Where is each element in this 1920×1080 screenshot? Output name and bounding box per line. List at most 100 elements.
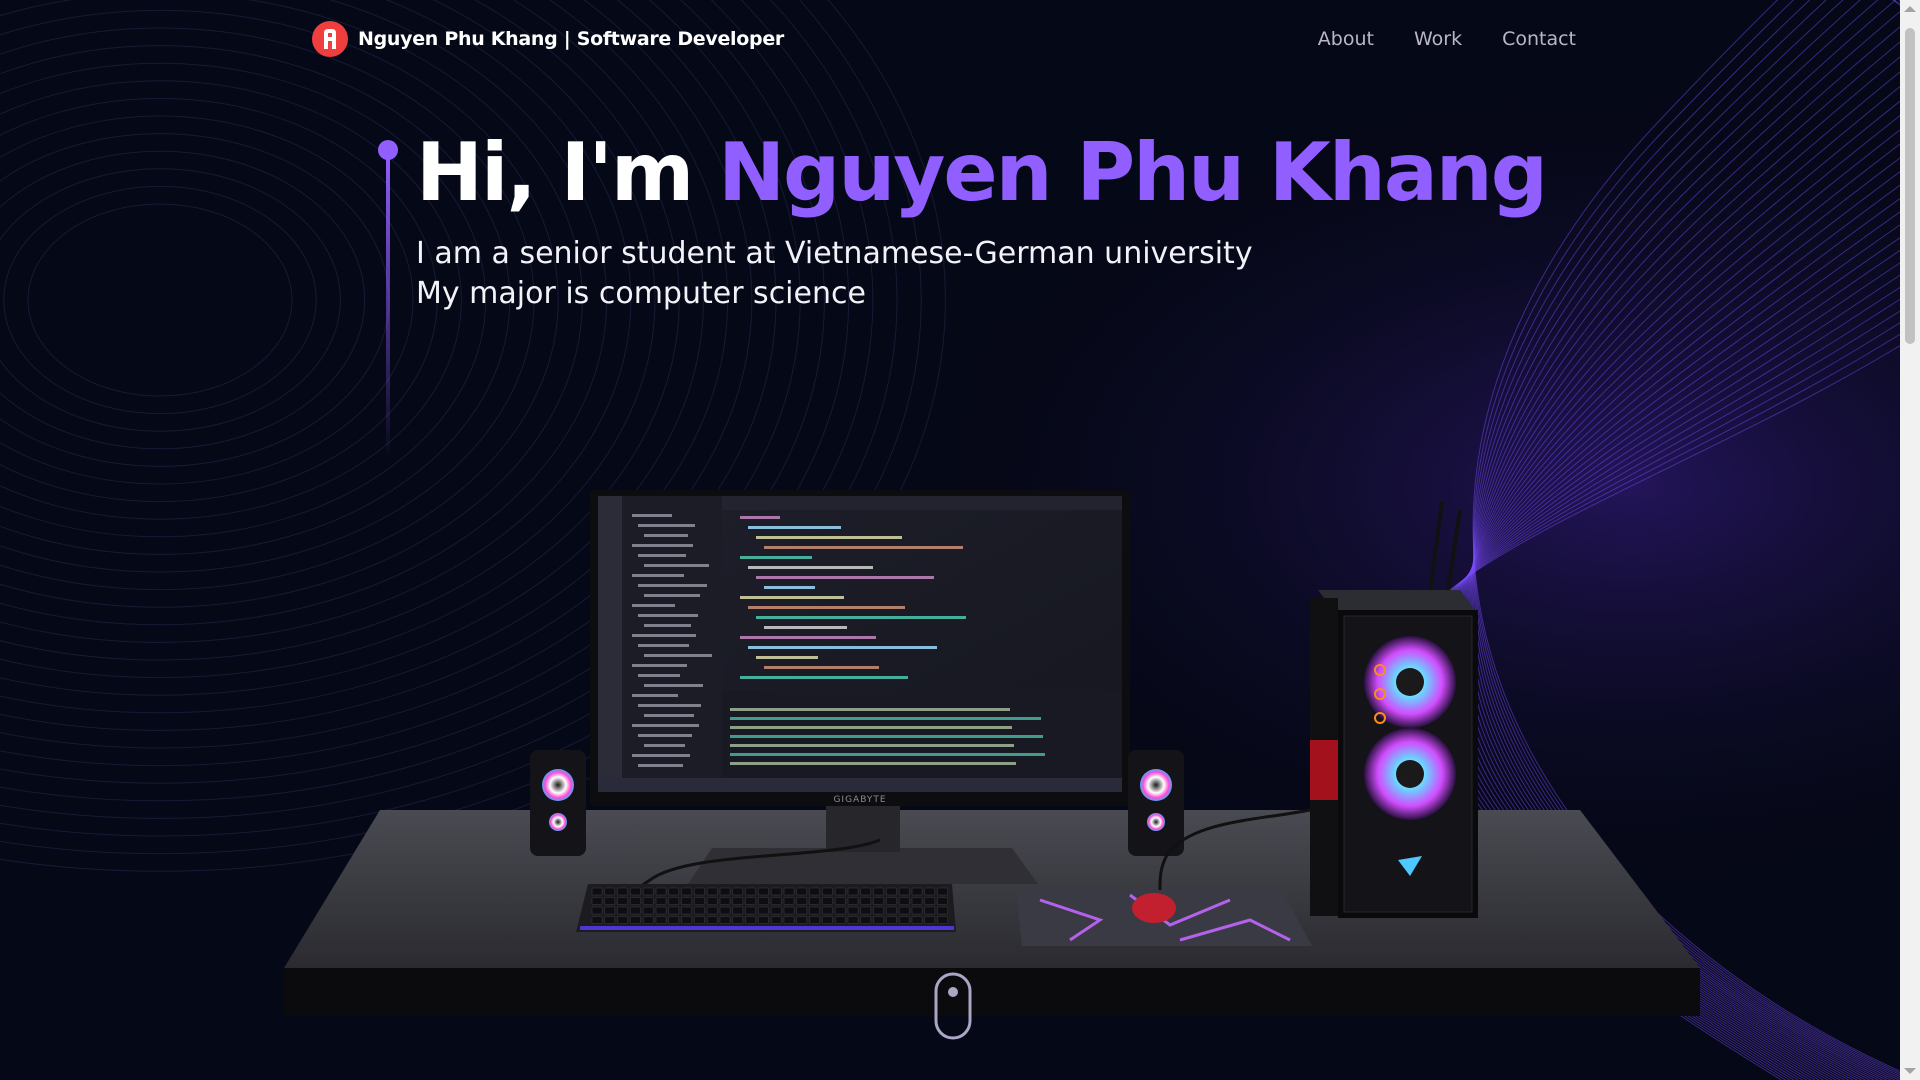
- key: [758, 887, 769, 896]
- nav-link-contact[interactable]: Contact: [1502, 28, 1576, 50]
- key: [745, 897, 756, 905]
- key: [898, 916, 910, 924]
- key: [642, 897, 654, 905]
- key: [604, 916, 616, 924]
- explorer-item: [644, 654, 712, 657]
- explorer-item: [638, 644, 689, 647]
- mouse-scroll-icon[interactable]: [934, 972, 972, 1040]
- key: [860, 887, 872, 896]
- explorer-item: [644, 684, 703, 687]
- key: [732, 906, 744, 915]
- nav-link-work[interactable]: Work: [1414, 28, 1462, 50]
- key: [886, 897, 897, 905]
- key: [937, 906, 948, 915]
- key: [924, 916, 936, 924]
- key: [681, 897, 692, 905]
- key: [937, 897, 948, 905]
- key: [796, 897, 808, 905]
- key: [617, 916, 628, 924]
- key: [630, 916, 641, 924]
- key: [809, 916, 820, 924]
- explorer-item: [644, 624, 691, 627]
- explorer-item: [644, 714, 694, 717]
- key: [655, 887, 667, 896]
- key: [668, 887, 680, 896]
- key: [847, 916, 859, 924]
- hero-name: Nguyen Phu Khang: [718, 126, 1548, 219]
- key: [847, 897, 859, 905]
- editor-tabbar: [722, 496, 1122, 510]
- key: [886, 887, 897, 896]
- key: [681, 916, 692, 924]
- code-line: [756, 656, 818, 659]
- key: [758, 916, 769, 924]
- key: [873, 887, 884, 896]
- key: [809, 897, 820, 905]
- code-line: [756, 576, 934, 579]
- key: [655, 906, 667, 915]
- scroll-up-icon[interactable]: [1904, 6, 1916, 12]
- key: [783, 906, 795, 915]
- key: [886, 916, 897, 924]
- explorer-item: [632, 604, 675, 607]
- key: [591, 897, 603, 905]
- code-line: [764, 586, 815, 589]
- key: [809, 887, 820, 896]
- explorer-item: [632, 694, 678, 697]
- scrollbar-thumb[interactable]: [1905, 28, 1915, 344]
- key: [617, 906, 628, 915]
- computer-desk-scene[interactable]: GIGABYTE: [270, 480, 1720, 1020]
- key: [591, 906, 603, 915]
- key: [911, 887, 923, 896]
- editor-statusbar: [598, 778, 1122, 792]
- explorer-item: [638, 704, 701, 707]
- key: [770, 906, 782, 915]
- explorer-item: [638, 554, 686, 557]
- terminal-line: [730, 753, 1045, 756]
- key: [745, 906, 756, 915]
- explorer-item: [632, 514, 672, 517]
- terminal-line: [730, 717, 1041, 720]
- code-line: [748, 526, 841, 529]
- key: [783, 887, 795, 896]
- key: [604, 897, 616, 905]
- key: [694, 897, 705, 905]
- code-line: [740, 556, 812, 559]
- explorer-item: [632, 724, 699, 727]
- brand-link[interactable]: Nguyen Phu Khang | Software Developer: [312, 21, 784, 57]
- terminal-line: [730, 735, 1043, 738]
- scroll-down-icon[interactable]: [1904, 1068, 1916, 1074]
- key: [719, 906, 731, 915]
- explorer-item: [638, 764, 683, 767]
- code-line: [756, 616, 966, 619]
- key: [642, 906, 654, 915]
- explorer-item: [644, 594, 700, 597]
- explorer-item: [638, 614, 698, 617]
- key: [770, 897, 782, 905]
- key: [860, 906, 872, 915]
- key: [591, 887, 603, 896]
- nav-links: About Work Contact: [1318, 28, 1576, 50]
- explorer-item: [644, 564, 709, 567]
- key: [822, 916, 833, 924]
- key: [706, 906, 718, 915]
- key: [681, 906, 692, 915]
- key: [694, 887, 705, 896]
- monitor-stand-base: [688, 848, 1038, 884]
- hero-accent-line: [378, 140, 398, 460]
- key: [706, 897, 718, 905]
- key: [642, 916, 654, 924]
- key: [732, 916, 744, 924]
- explorer-item: [632, 754, 690, 757]
- key: [681, 887, 692, 896]
- nav-link-about[interactable]: About: [1318, 28, 1374, 50]
- key: [732, 887, 744, 896]
- page-scrollbar[interactable]: [1900, 0, 1920, 1080]
- key: [668, 916, 680, 924]
- editor-sidebar: [598, 496, 622, 792]
- key: [847, 887, 859, 896]
- speaker-left: [530, 750, 586, 856]
- key: [770, 916, 782, 924]
- key: [630, 906, 641, 915]
- terminal-line: [730, 708, 1010, 711]
